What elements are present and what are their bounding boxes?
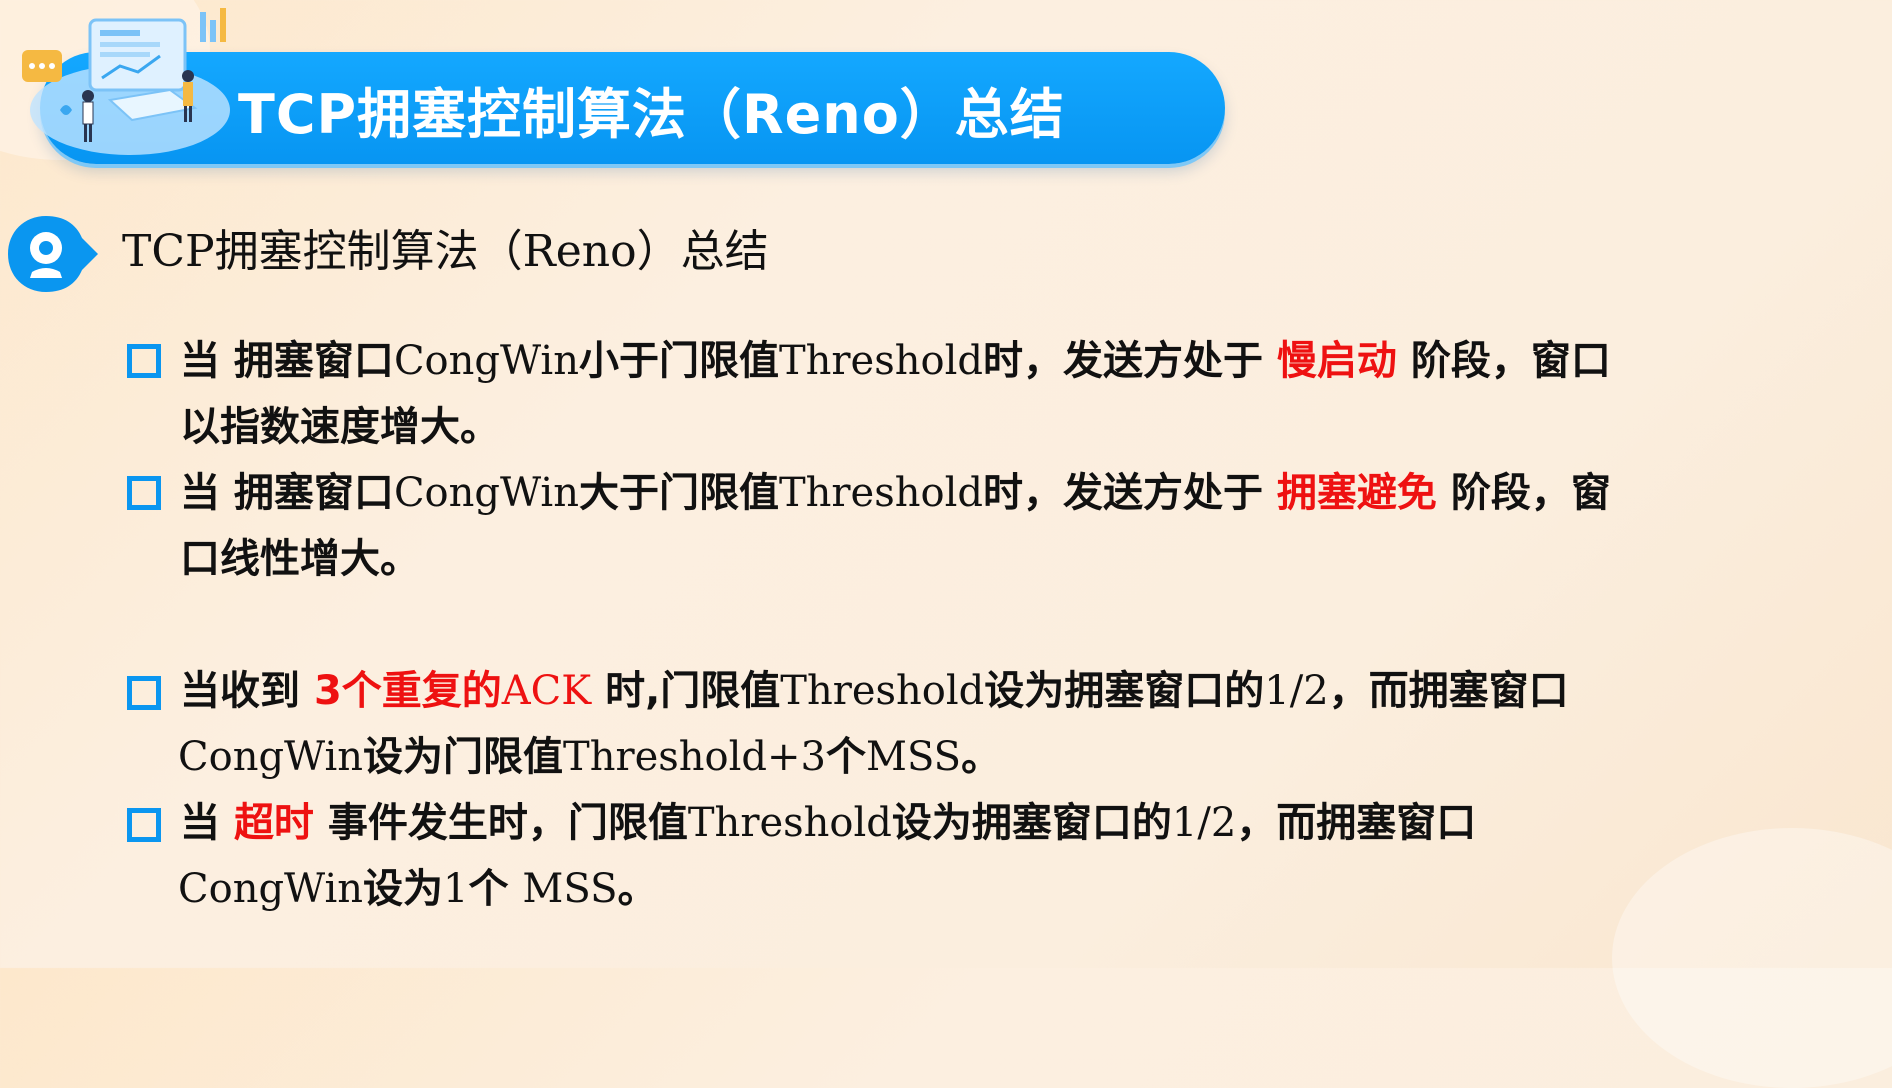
- slide: TCP拥塞控制算法（Reno）总结 TCP拥塞控制算法（Reno）总结 当 拥塞…: [0, 0, 1892, 1088]
- term-congwin: CongWin: [393, 470, 579, 516]
- fraction: 1/2: [1264, 668, 1329, 714]
- computer-illustration-icon: [22, 8, 230, 155]
- number: 1: [443, 866, 469, 912]
- term-mss: MSS: [866, 734, 962, 780]
- term-threshold: Threshold: [687, 800, 892, 846]
- text: 阶段，窗口: [1396, 338, 1611, 384]
- bullet-4-line-1: 当 超时 事件发生时，门限值Threshold设为拥塞窗口的1/2，而拥塞窗口: [180, 792, 1476, 854]
- text: 小于门限值: [578, 338, 779, 384]
- text: 时,门限值: [591, 668, 781, 714]
- bullet-3-line-2: CongWin设为门限值Threshold+3个MSS。: [178, 726, 1001, 788]
- term-threshold: Threshold: [778, 470, 983, 516]
- bullet-1-line-1: 当 拥塞窗口CongWin小于门限值Threshold时，发送方处于 慢启动 阶…: [180, 330, 1611, 392]
- highlight-3-dup: 3个重复的: [313, 668, 502, 714]
- text: 。: [961, 734, 1002, 780]
- text: 设为拥塞窗口的: [984, 668, 1265, 714]
- term-threshold: Threshold: [778, 338, 983, 384]
- highlight-ack: ACK: [501, 668, 592, 714]
- text: 以指数速度增大。: [180, 404, 500, 450]
- term-congwin: CongWin: [178, 866, 364, 912]
- text: 设为门限值: [363, 734, 564, 780]
- highlight-timeout: 超时: [233, 800, 314, 846]
- square-bullet-icon: [127, 344, 161, 378]
- bullet-3-line-1: 当收到 3个重复的ACK 时,门限值Threshold设为拥塞窗口的1/2，而拥…: [180, 660, 1569, 722]
- text: 时，发送方处于: [982, 470, 1277, 516]
- text: 。: [617, 866, 658, 912]
- square-bullet-icon: [127, 676, 161, 710]
- term-mss: MSS: [522, 866, 618, 912]
- text: ，而拥塞窗口: [1328, 668, 1569, 714]
- text: 设为拥塞窗口的: [891, 800, 1172, 846]
- term-threshold-plus: Threshold+3: [563, 734, 826, 780]
- highlight-congestion-avoidance: 拥塞避免: [1276, 470, 1437, 516]
- bullet-4-line-2: CongWin设为1个 MSS。: [178, 858, 657, 920]
- text: 时，发送方处于: [982, 338, 1277, 384]
- text: ，而拥塞窗口: [1236, 800, 1477, 846]
- bullet-2-line-2: 口线性增大。: [180, 528, 420, 590]
- bullet-2-line-1: 当 拥塞窗口CongWin大于门限值Threshold时，发送方处于 拥塞避免 …: [180, 462, 1611, 524]
- text: 口线性增大。: [180, 536, 420, 582]
- banner-title: TCP拥塞控制算法（Reno）总结: [238, 83, 1065, 146]
- text: 当 拥塞窗口: [180, 338, 394, 384]
- section-title: TCP拥塞控制算法（Reno）总结: [122, 226, 769, 277]
- background-blob: [1612, 828, 1892, 1088]
- text: 阶段，窗: [1436, 470, 1611, 516]
- term-threshold: Threshold: [780, 668, 985, 714]
- text: 设为: [363, 866, 444, 912]
- text: 个: [826, 734, 866, 780]
- text: 大于门限值: [578, 470, 779, 516]
- text: 当: [180, 800, 234, 846]
- bullet-1-line-2: 以指数速度增大。: [180, 396, 500, 458]
- term-congwin: CongWin: [178, 734, 364, 780]
- text: 个: [468, 866, 523, 912]
- text: 当收到: [180, 668, 314, 714]
- webcam-icon: [8, 216, 98, 292]
- text: 事件发生时，门限值: [313, 800, 688, 846]
- square-bullet-icon: [127, 808, 161, 842]
- fraction: 1/2: [1171, 800, 1237, 846]
- term-congwin: CongWin: [393, 338, 579, 384]
- square-bullet-icon: [127, 476, 161, 510]
- highlight-slow-start: 慢启动: [1276, 338, 1397, 384]
- text: 当 拥塞窗口: [180, 470, 394, 516]
